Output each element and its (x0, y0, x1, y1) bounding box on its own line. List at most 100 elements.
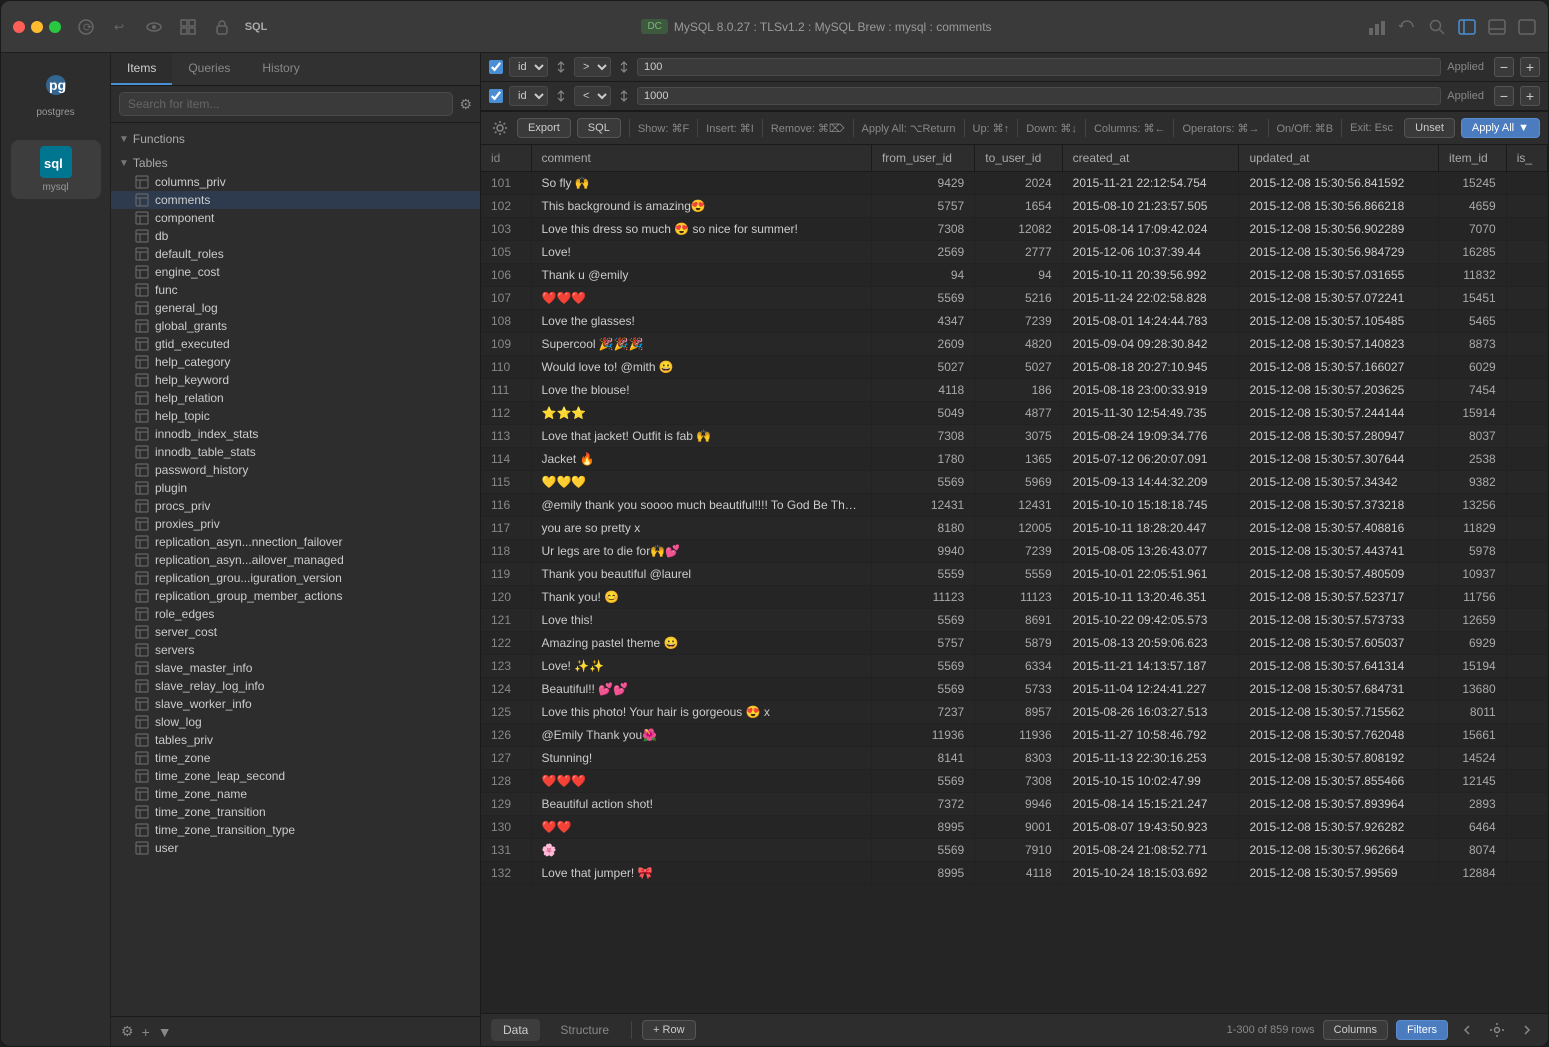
apply-all-button[interactable]: Apply All ▼ (1461, 118, 1540, 138)
tree-item[interactable]: servers (111, 641, 480, 659)
minimize-button[interactable] (31, 21, 43, 33)
filter-2-remove[interactable]: − (1494, 86, 1514, 106)
tree-item[interactable]: plugin (111, 479, 480, 497)
col-header-updated-at[interactable]: updated_at (1239, 145, 1439, 172)
filter-2-operator[interactable]: < (574, 86, 611, 106)
table-row[interactable]: 121Love this!556986912015-10-22 09:42:05… (481, 609, 1548, 632)
table-row[interactable]: 119Thank you beautiful @laurel5559555920… (481, 563, 1548, 586)
tree-item[interactable]: help_category (111, 353, 480, 371)
table-row[interactable]: 122Amazing pastel theme 😀575758792015-08… (481, 632, 1548, 655)
add-icon[interactable]: + (142, 1024, 150, 1040)
tree-item[interactable]: time_zone_leap_second (111, 767, 480, 785)
gear-icon[interactable] (1486, 1019, 1508, 1041)
tree-item[interactable]: replication_asyn...nnection_failover (111, 533, 480, 551)
tree-item[interactable]: general_log (111, 299, 480, 317)
functions-header[interactable]: ▼ Functions (111, 129, 480, 149)
table-row[interactable]: 109Supercool 🎉🎉🎉260948202015-09-04 09:28… (481, 333, 1548, 356)
tree-item[interactable]: procs_priv (111, 497, 480, 515)
filter-1-value[interactable] (637, 58, 1441, 76)
insert-label[interactable]: Insert: ⌘I (706, 122, 754, 135)
tree-item[interactable]: help_relation (111, 389, 480, 407)
filter-2-value[interactable] (637, 87, 1441, 105)
stats-icon[interactable] (1368, 18, 1386, 36)
add-row-button[interactable]: + Row (642, 1020, 696, 1040)
lock-icon[interactable] (213, 18, 231, 36)
tree-item[interactable]: innodb_table_stats (111, 443, 480, 461)
tree-item[interactable]: gtid_executed (111, 335, 480, 353)
table-row[interactable]: 128❤️❤️❤️556973082015-10-15 10:02:47.992… (481, 770, 1548, 793)
chevron-icon[interactable]: ▼ (158, 1024, 172, 1040)
table-row[interactable]: 102This background is amazing😍5757165420… (481, 195, 1548, 218)
close-button[interactable] (13, 21, 25, 33)
filter-1-op-arrows[interactable] (617, 60, 631, 74)
col-header-item-id[interactable]: item_id (1438, 145, 1506, 172)
tree-item[interactable]: global_grants (111, 317, 480, 335)
table-row[interactable]: 116@emily thank you soooo much beautiful… (481, 494, 1548, 517)
export-button[interactable]: Export (517, 118, 571, 138)
tree-item[interactable]: tables_priv (111, 731, 480, 749)
operators-label[interactable]: Operators: ⌘→ (1182, 122, 1259, 135)
tree-item[interactable]: columns_priv (111, 173, 480, 191)
layout-sidebar-icon[interactable] (1458, 18, 1476, 36)
tree-item[interactable]: func (111, 281, 480, 299)
table-row[interactable]: 103Love this dress so much 😍 so nice for… (481, 218, 1548, 241)
col-header-is[interactable]: is_ (1506, 145, 1547, 172)
eye-icon[interactable] (145, 18, 163, 36)
tables-header[interactable]: ▼ Tables (111, 153, 480, 173)
filter-1-field[interactable]: id (509, 57, 548, 77)
table-row[interactable]: 129Beautiful action shot!737299462015-08… (481, 793, 1548, 816)
table-row[interactable]: 132Love that jumper! 🎀899541182015-10-24… (481, 862, 1548, 885)
table-row[interactable]: 115💛💛💛556959692015-09-13 14:44:32.209201… (481, 471, 1548, 494)
sidebar-item-mysql[interactable]: sql mysql (11, 140, 101, 199)
apply-all-label[interactable]: Apply All: ⌥Return (862, 122, 956, 135)
filter-2-add[interactable]: + (1520, 86, 1540, 106)
table-row[interactable]: 123Love! ✨✨556963342015-11-21 14:13:57.1… (481, 655, 1548, 678)
filter-1-checkbox[interactable] (489, 60, 503, 74)
tree-item[interactable]: engine_cost (111, 263, 480, 281)
filter-1-operator[interactable]: > (574, 57, 611, 77)
table-row[interactable]: 101So fly 🙌942920242015-11-21 22:12:54.7… (481, 172, 1548, 195)
filter-1-add[interactable]: + (1520, 57, 1540, 77)
tree-item[interactable]: proxies_priv (111, 515, 480, 533)
col-header-id[interactable]: id (481, 145, 531, 172)
filters-button[interactable]: Filters (1396, 1020, 1448, 1040)
tab-history[interactable]: History (246, 53, 315, 85)
tab-queries[interactable]: Queries (172, 53, 246, 85)
sql-badge[interactable]: SQL (247, 18, 265, 36)
refresh-icon[interactable] (1398, 18, 1416, 36)
remove-label[interactable]: Remove: ⌘⌦ (771, 122, 845, 135)
exit-label[interactable]: Exit: Esc (1350, 122, 1393, 134)
columns-label[interactable]: Columns: ⌘← (1094, 122, 1166, 135)
tree-item[interactable]: db (111, 227, 480, 245)
table-row[interactable]: 113Love that jacket! Outfit is fab 🙌7308… (481, 425, 1548, 448)
table-row[interactable]: 117you are so pretty x8180120052015-10-1… (481, 517, 1548, 540)
tree-item[interactable]: slave_worker_info (111, 695, 480, 713)
tree-item[interactable]: component (111, 209, 480, 227)
show-label[interactable]: Show: ⌘F (638, 122, 689, 135)
layout-full-icon[interactable] (1518, 18, 1536, 36)
col-header-from-user-id[interactable]: from_user_id (871, 145, 974, 172)
layout-bottom-icon[interactable] (1488, 18, 1506, 36)
sidebar-item-postgres[interactable]: pg postgres (11, 65, 101, 124)
table-row[interactable]: 125Love this photo! Your hair is gorgeou… (481, 701, 1548, 724)
tree-item[interactable]: replication_group_member_actions (111, 587, 480, 605)
filter-2-op-arrows[interactable] (617, 89, 631, 103)
table-row[interactable]: 126@Emily Thank you🌺11936119362015-11-27… (481, 724, 1548, 747)
tab-items[interactable]: Items (111, 53, 172, 85)
table-row[interactable]: 108Love the glasses!434772392015-08-01 1… (481, 310, 1548, 333)
tab-structure[interactable]: Structure (548, 1019, 621, 1041)
table-row[interactable]: 120Thank you! 😊11123111232015-10-11 13:2… (481, 586, 1548, 609)
table-row[interactable]: 111Love the blouse!41181862015-08-18 23:… (481, 379, 1548, 402)
tree-item[interactable]: help_topic (111, 407, 480, 425)
down-label[interactable]: Down: ⌘↓ (1026, 122, 1077, 135)
grid-icon[interactable] (179, 18, 197, 36)
table-row[interactable]: 124Beautiful!! 💕💕556957332015-11-04 12:2… (481, 678, 1548, 701)
tree-item[interactable]: comments (111, 191, 480, 209)
tree-item[interactable]: time_zone (111, 749, 480, 767)
filter-2-field-arrows[interactable] (554, 89, 568, 103)
nav-prev-icon[interactable] (1456, 1019, 1478, 1041)
tree-item[interactable]: role_edges (111, 605, 480, 623)
tree-item[interactable]: default_roles (111, 245, 480, 263)
tree-item[interactable]: slave_master_info (111, 659, 480, 677)
sql-button[interactable]: SQL (577, 118, 621, 138)
